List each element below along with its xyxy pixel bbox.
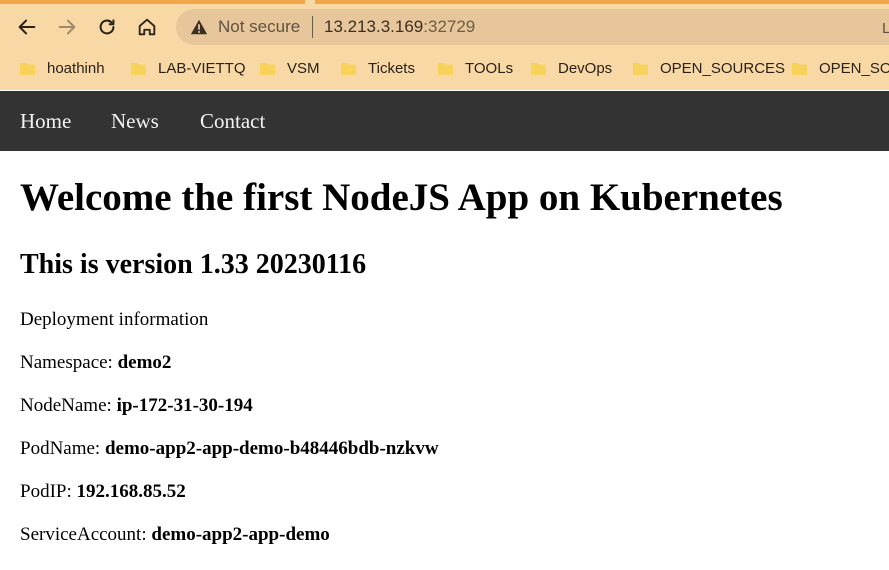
bookmark-label: VSM xyxy=(287,59,320,77)
folder-icon xyxy=(531,63,546,75)
warning-icon[interactable] xyxy=(190,18,208,36)
folder-icon xyxy=(20,63,35,75)
folder-icon xyxy=(633,63,648,75)
browser-toolbar: Not secure 13.213.3.169:32729 L xyxy=(0,0,889,50)
bookmark-label: DevOps xyxy=(558,59,613,77)
bookmark-label: OPEN_SOURCES xyxy=(660,59,786,77)
nodename-value: ip-172-31-30-194 xyxy=(116,395,253,416)
bookmark-devops[interactable]: DevOps xyxy=(531,50,612,86)
namespace-row: Namespace: demo2 xyxy=(20,352,171,374)
bookmark-hoathinh[interactable]: hoathinh xyxy=(20,50,105,86)
url-text[interactable]: 13.213.3.169:32729 xyxy=(324,17,475,37)
site-topnav: Home News Contact xyxy=(0,91,889,151)
namespace-value: demo2 xyxy=(117,352,172,373)
podname-value: demo-app2-app-demo-b48446bdb-nzkvw xyxy=(104,438,439,459)
bookmark-label: OPEN_SOU xyxy=(819,59,889,77)
serviceaccount-label: ServiceAccount: xyxy=(20,524,147,545)
arrow-right-icon xyxy=(58,19,76,35)
nodename-row: NodeName: ip-172-31-30-194 xyxy=(20,395,253,417)
bookmark-tickets[interactable]: Tickets xyxy=(341,50,415,86)
security-label[interactable]: Not secure xyxy=(218,17,300,37)
folder-icon xyxy=(341,63,356,75)
bookmark-label: hoathinh xyxy=(47,59,105,77)
back-button[interactable] xyxy=(11,11,43,43)
page-title: Welcome the first NodeJS App on Kubernet… xyxy=(20,176,783,219)
bookmarks-bar: hoathinh LAB-VIETTQ VSM Tickets TOOLs De… xyxy=(0,50,889,90)
serviceaccount-row: ServiceAccount: demo-app2-app-demo xyxy=(20,524,330,546)
bookmark-open-sources[interactable]: OPEN_SOURCES xyxy=(633,50,785,86)
folder-icon xyxy=(131,63,146,75)
reload-button[interactable] xyxy=(91,11,123,43)
tab-strip xyxy=(0,0,889,4)
nav-link-contact[interactable]: Contact xyxy=(200,109,265,134)
podip-value: 192.168.85.52 xyxy=(76,481,186,502)
podip-row: PodIP: 192.168.85.52 xyxy=(20,481,186,503)
nodename-label: NodeName: xyxy=(20,395,112,416)
url-host: 13.213.3.169 xyxy=(324,17,424,36)
reload-icon xyxy=(99,19,115,35)
forward-button[interactable] xyxy=(51,11,83,43)
namespace-label: Namespace: xyxy=(20,352,113,373)
home-icon xyxy=(138,18,156,36)
folder-icon xyxy=(792,63,807,75)
bookmark-tools[interactable]: TOOLs xyxy=(438,50,513,86)
nav-link-news[interactable]: News xyxy=(111,109,159,134)
folder-icon xyxy=(260,63,275,75)
address-bar[interactable]: Not secure 13.213.3.169:32729 L xyxy=(176,9,889,45)
bookmark-label: LAB-VIETTQ xyxy=(158,59,246,77)
bookmark-vsm[interactable]: VSM xyxy=(260,50,320,86)
nav-link-home[interactable]: Home xyxy=(20,109,71,134)
folder-icon xyxy=(438,63,453,75)
url-port: :32729 xyxy=(423,17,476,36)
podname-label: PodName: xyxy=(20,438,101,459)
bookmark-label: Tickets xyxy=(368,59,415,77)
podip-label: PodIP: xyxy=(20,481,72,502)
arrow-left-icon xyxy=(18,19,36,35)
podname-row: PodName: demo-app2-app-demo-b48446bdb-nz… xyxy=(20,438,439,460)
bookmark-open-sources-2[interactable]: OPEN_SOU xyxy=(792,50,889,86)
omnibox-right-text: L xyxy=(882,20,889,37)
deployment-info-heading: Deployment information xyxy=(20,309,209,330)
bookmark-lab-viettq[interactable]: LAB-VIETTQ xyxy=(131,50,246,86)
home-button[interactable] xyxy=(131,11,163,43)
version-heading: This is version 1.33 20230116 xyxy=(20,249,367,280)
bookmark-label: TOOLs xyxy=(465,59,514,77)
serviceaccount-value: demo-app2-app-demo xyxy=(151,524,330,545)
omnibox-separator xyxy=(312,16,313,38)
